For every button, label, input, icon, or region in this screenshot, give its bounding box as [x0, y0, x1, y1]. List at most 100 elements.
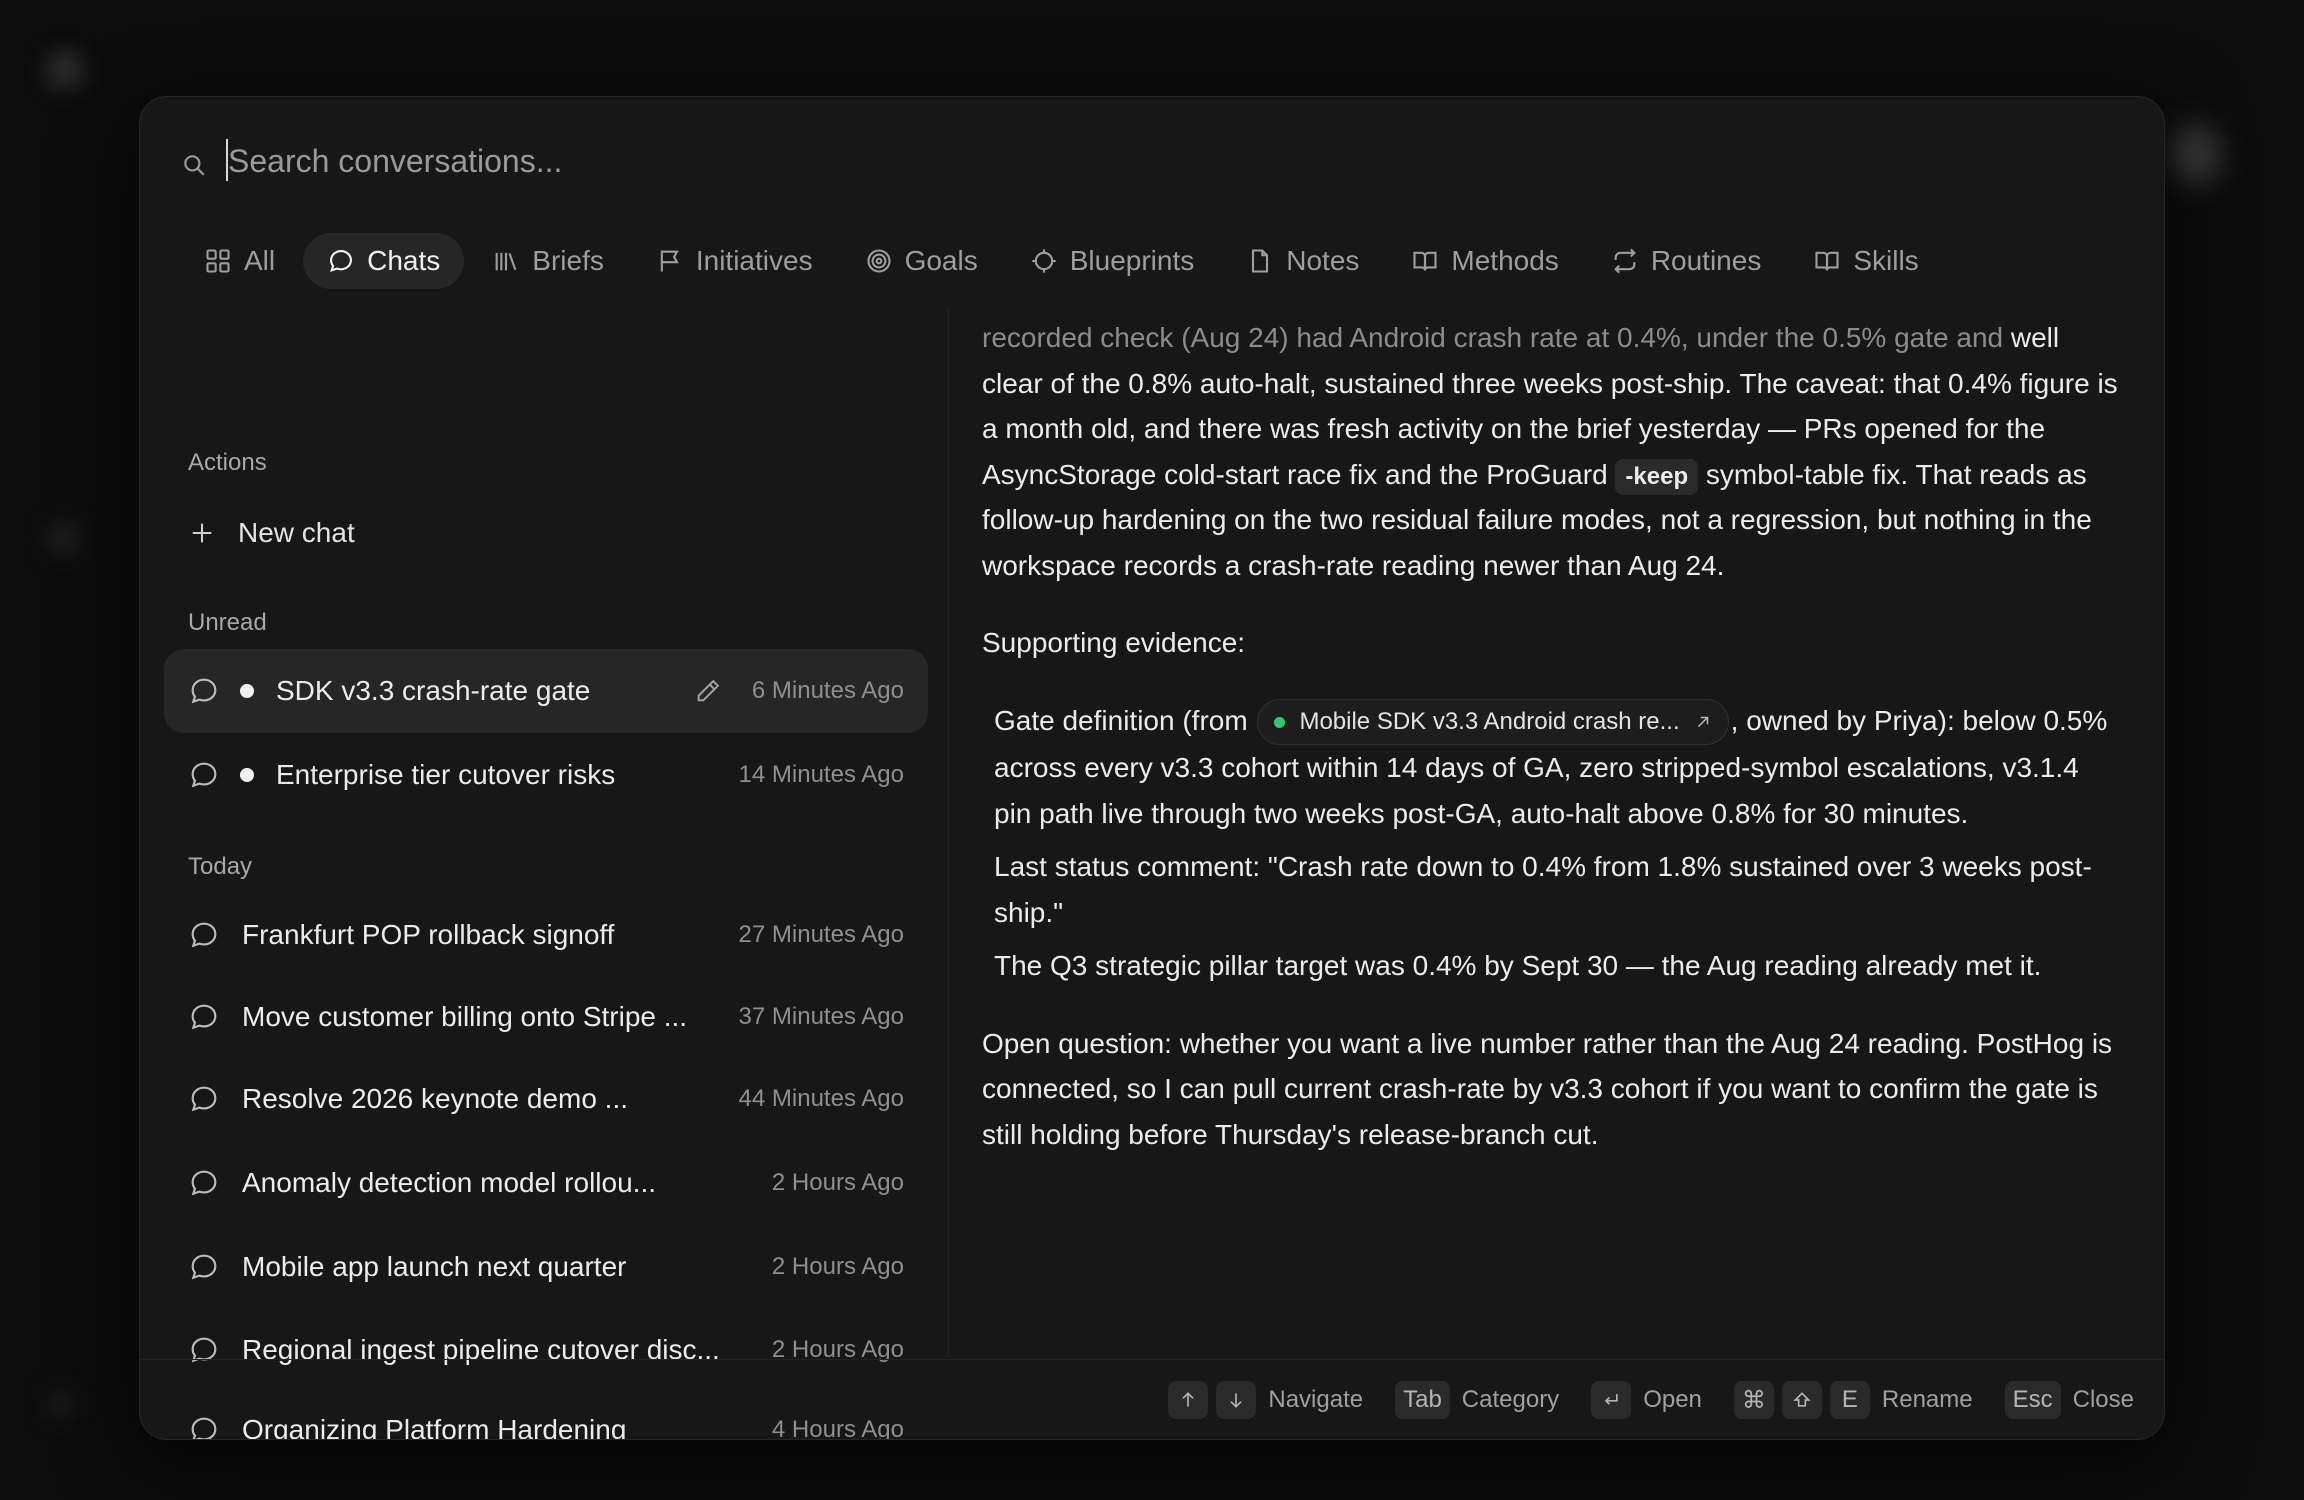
chat-bubble-icon — [191, 922, 217, 948]
enter-key — [1591, 1381, 1632, 1419]
new-chat-label: New chat — [238, 517, 355, 548]
hint-rename: Rename — [1881, 1386, 1973, 1413]
chat-time: 6 Minutes Ago — [751, 677, 904, 704]
grid-icon — [206, 249, 230, 273]
chat-time: 2 Hours Ago — [771, 1169, 904, 1196]
tab-label: Notes — [1286, 245, 1360, 276]
evidence-item: The Q3 strategic pillar target was 0.4% … — [994, 950, 2042, 982]
preview-text-faded: recorded check (Aug 24) had Android cras… — [982, 322, 2004, 353]
background-blur — [2170, 125, 2220, 185]
evidence-item: Last status comment: "Crash rate down to… — [994, 851, 2092, 928]
brief-link-label: Mobile SDK v3.3 Android crash re... — [1299, 708, 1680, 736]
new-chat-button[interactable]: New chat — [188, 513, 355, 553]
chat-bubble-icon — [191, 1254, 217, 1280]
pencil-icon[interactable] — [694, 677, 722, 705]
chat-item[interactable]: Anomaly detection model rollou... 2 Hour… — [164, 1141, 928, 1225]
arrow-down-icon — [1230, 1393, 1242, 1408]
brief-link-chip[interactable]: Mobile SDK v3.3 Android crash re... — [1257, 699, 1729, 746]
arrow-down-key — [1216, 1381, 1257, 1419]
library-icon — [495, 252, 517, 271]
repeat-icon — [1613, 248, 1636, 274]
status-dot — [1274, 716, 1286, 728]
search-modal: All Chats Briefs Initiatives Goals Bluep… — [139, 96, 2165, 1440]
tab-skills[interactable]: Skills — [1789, 233, 1942, 289]
actions-heading: Actions — [188, 449, 267, 476]
chat-time: 44 Minutes Ago — [738, 1085, 904, 1112]
chat-time: 27 Minutes Ago — [738, 921, 904, 948]
chat-item[interactable]: SDK v3.3 crash-rate gate 6 Minutes Ago — [164, 649, 928, 733]
open-question: Open question: whether you want a live n… — [982, 1027, 2113, 1150]
tab-label: Briefs — [532, 245, 604, 276]
note-icon — [1252, 249, 1269, 273]
hint-open: Open — [1643, 1386, 1702, 1413]
background-blur — [45, 520, 81, 556]
evidence-text: Gate definition (from — [994, 704, 1248, 736]
chat-item[interactable]: Frankfurt POP rollback signoff 27 Minute… — [164, 893, 928, 977]
chat-item[interactable]: Enterprise tier cutover risks 14 Minutes… — [164, 733, 928, 817]
e-key: E — [1829, 1381, 1870, 1419]
chat-bubble-icon — [191, 1086, 217, 1112]
chat-item[interactable]: Move customer billing onto Stripe ... 37… — [164, 975, 928, 1059]
tab-label: Blueprints — [1069, 245, 1195, 276]
chat-bubble-icon — [191, 1170, 217, 1196]
hint-navigate: Navigate — [1268, 1386, 1364, 1413]
chat-title: SDK v3.3 crash-rate gate — [276, 675, 591, 706]
cmd-key: ⌘ — [1733, 1381, 1774, 1419]
supporting-heading: Supporting evidence: — [982, 627, 1246, 658]
tab-label: Methods — [1451, 245, 1559, 276]
target-icon — [867, 249, 891, 273]
keyboard-hints: Navigate Tab Category Open ⌘ E Rename Es… — [1168, 1378, 2134, 1422]
enter-icon — [1605, 1394, 1618, 1405]
tab-goals[interactable]: Goals — [841, 233, 1002, 289]
book-icon — [1815, 251, 1839, 271]
chat-title: Frankfurt POP rollback signoff — [242, 919, 615, 950]
arrow-up-icon — [1182, 1392, 1194, 1407]
background-blur — [45, 1390, 75, 1420]
tab-routines[interactable]: Routines — [1587, 233, 1786, 289]
chat-bubble-icon — [330, 250, 353, 272]
tab-notes[interactable]: Notes — [1222, 233, 1383, 289]
esc-key: Esc — [2004, 1381, 2061, 1419]
tab-blueprints[interactable]: Blueprints — [1006, 233, 1219, 289]
search-input[interactable] — [228, 137, 2028, 185]
inline-code: -keep — [1615, 458, 1699, 495]
chat-time: 14 Minutes Ago — [738, 761, 904, 788]
chat-item[interactable]: Mobile app launch next quarter 2 Hours A… — [164, 1225, 928, 1309]
tab-methods[interactable]: Methods — [1387, 233, 1582, 289]
tab-chats[interactable]: Chats — [303, 233, 465, 289]
tab-all[interactable]: All — [180, 233, 299, 289]
chat-item[interactable]: Resolve 2026 keynote demo ... 44 Minutes… — [164, 1057, 928, 1141]
chat-title: Anomaly detection model rollou... — [242, 1167, 656, 1198]
tab-label: Goals — [904, 245, 978, 276]
background-blur — [45, 50, 85, 90]
hint-close: Close — [2072, 1386, 2134, 1413]
unread-heading: Unread — [188, 609, 267, 636]
tab-label: All — [244, 245, 276, 276]
chat-title: Mobile app launch next quarter — [242, 1251, 627, 1282]
tab-label: Routines — [1650, 245, 1762, 276]
search-icon — [184, 155, 205, 176]
conversation-list: Actions New chat Unread SDK v3.3 crash-r… — [164, 307, 928, 1439]
flag-icon — [660, 250, 679, 272]
chat-bubble-icon — [191, 678, 217, 704]
tab-briefs[interactable]: Briefs — [468, 233, 628, 289]
unread-dot — [240, 684, 254, 698]
keyboard-hints-bar: Navigate Tab Category Open ⌘ E Rename Es… — [140, 1359, 2164, 1439]
crosshair-icon — [1032, 249, 1056, 273]
today-heading: Today — [188, 853, 253, 880]
tab-label: Skills — [1853, 245, 1919, 276]
tab-initiatives[interactable]: Initiatives — [632, 233, 837, 289]
tab-label: Chats — [367, 245, 441, 276]
hint-category: Category — [1461, 1386, 1560, 1413]
book-open-icon — [1413, 251, 1437, 271]
tab-label: Initiatives — [695, 245, 813, 276]
chat-bubble-icon — [191, 762, 217, 788]
chat-title: Enterprise tier cutover risks — [276, 759, 616, 790]
evidence-list: Gate definition (from Mobile SDK v3.3 An… — [982, 698, 2122, 989]
chat-title: Resolve 2026 keynote demo ... — [242, 1083, 629, 1114]
chat-time: 37 Minutes Ago — [738, 1003, 904, 1030]
shift-key — [1781, 1381, 1822, 1419]
tab-key: Tab — [1395, 1381, 1450, 1419]
plus-icon — [192, 523, 212, 543]
pane-divider — [948, 307, 949, 1357]
